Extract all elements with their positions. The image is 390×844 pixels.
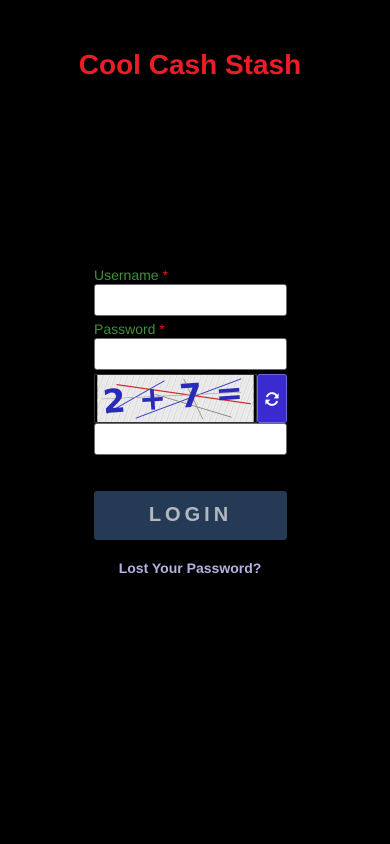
app-title: Cool Cash Stash bbox=[78, 49, 302, 80]
captcha-image: 2+7= bbox=[94, 374, 257, 423]
password-required-marker: * bbox=[159, 321, 165, 337]
password-label: Password * bbox=[94, 320, 287, 338]
login-form: Username * Password * 2+7= LOGIN bbox=[94, 264, 287, 540]
username-required-marker: * bbox=[162, 267, 168, 283]
username-input[interactable] bbox=[94, 284, 287, 316]
captcha-refresh-button[interactable] bbox=[257, 374, 287, 423]
captcha-input[interactable] bbox=[94, 423, 287, 455]
lost-password-link[interactable]: Lost Your Password? bbox=[0, 559, 380, 577]
username-label: Username * bbox=[94, 266, 287, 284]
refresh-icon bbox=[265, 391, 279, 406]
captcha-row: 2+7= bbox=[94, 374, 287, 423]
password-input[interactable] bbox=[94, 338, 287, 370]
username-label-text: Username bbox=[94, 267, 159, 283]
login-button[interactable]: LOGIN bbox=[94, 491, 287, 540]
password-label-text: Password bbox=[94, 321, 156, 337]
